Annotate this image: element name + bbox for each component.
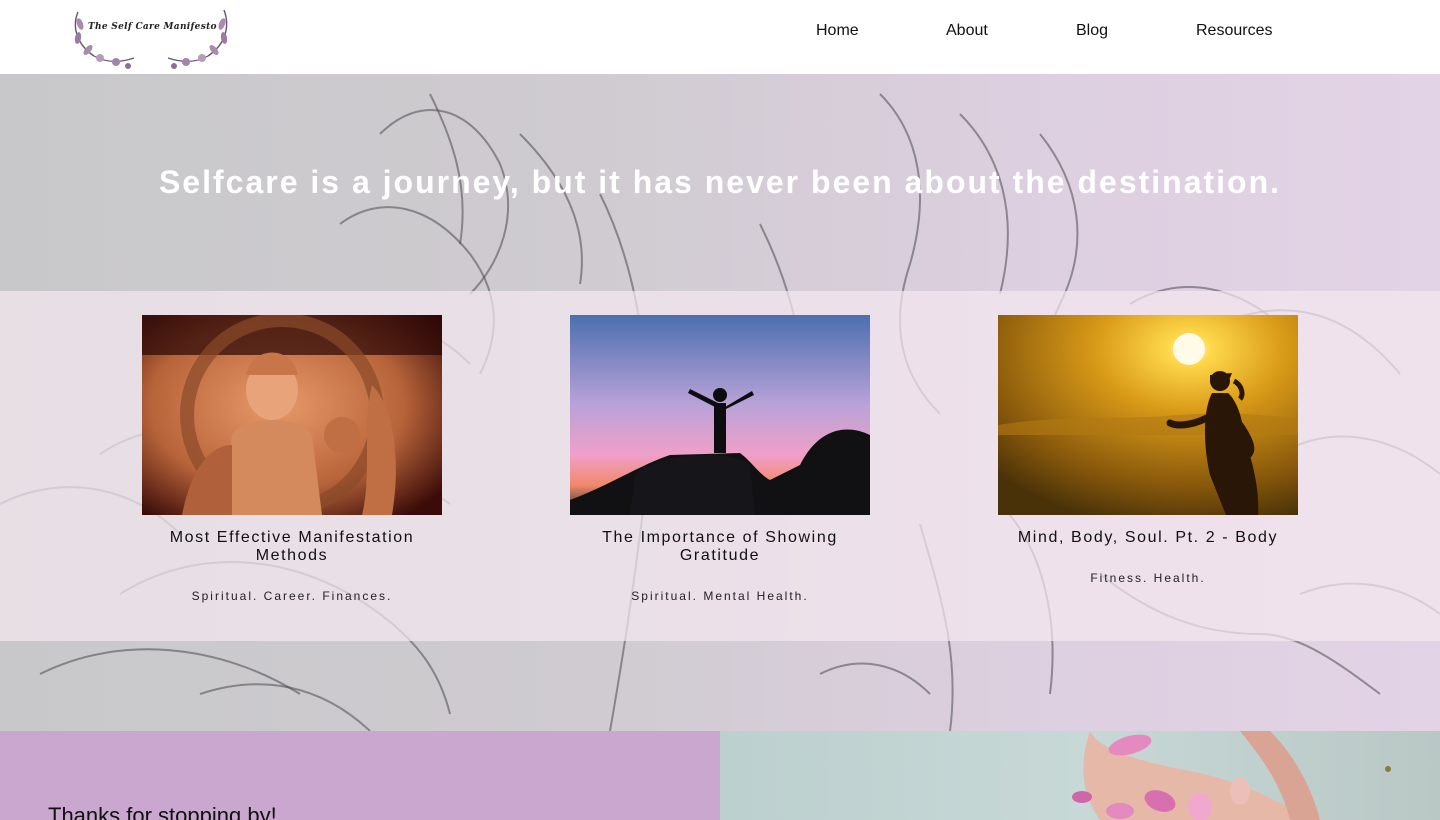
hero-title: Selfcare is a journey, but it has never … [158, 164, 1282, 200]
post-tags: Fitness. Health. [1090, 571, 1206, 585]
nav-about[interactable]: About [946, 22, 988, 40]
hand-petals-image [1072, 731, 1391, 820]
nav-blog[interactable]: Blog [1076, 22, 1108, 40]
post-card-manifestation[interactable]: Most Effective Manifestation Methods Spi… [142, 315, 442, 603]
post-title[interactable]: The Importance of Showing Gratitude [570, 529, 870, 565]
logo-floral-icon [74, 9, 228, 69]
logo-text: The Self Care Manifesto [88, 22, 217, 32]
thanks-heading: Thanks for stopping by! [48, 803, 277, 820]
post-title[interactable]: Most Effective Manifestation Methods [142, 529, 442, 565]
blog-posts-band: Most Effective Manifestation Methods Spi… [0, 291, 1440, 641]
post-card-gratitude[interactable]: The Importance of Showing Gratitude Spir… [570, 315, 870, 603]
site-header: The Self Care Manifesto Home About Blog … [0, 0, 1440, 74]
post-card-body[interactable]: Mind, Body, Soul. Pt. 2 - Body Fitness. … [998, 315, 1298, 585]
post-title[interactable]: Mind, Body, Soul. Pt. 2 - Body [998, 529, 1298, 547]
nav-home[interactable]: Home [816, 22, 859, 40]
runner-image[interactable] [998, 315, 1298, 515]
flower-petals-photo [720, 731, 1440, 820]
thanks-panel: Thanks for stopping by! [0, 731, 720, 820]
hero-section: Selfcare is a journey, but it has never … [0, 74, 1440, 731]
gratitude-image[interactable] [570, 315, 870, 515]
statue-image[interactable] [142, 315, 442, 515]
post-tags: Spiritual. Career. Finances. [191, 589, 393, 603]
nav-resources[interactable]: Resources [1196, 22, 1272, 40]
post-tags: Spiritual. Mental Health. [631, 589, 809, 603]
site-logo[interactable]: The Self Care Manifesto [70, 4, 232, 72]
